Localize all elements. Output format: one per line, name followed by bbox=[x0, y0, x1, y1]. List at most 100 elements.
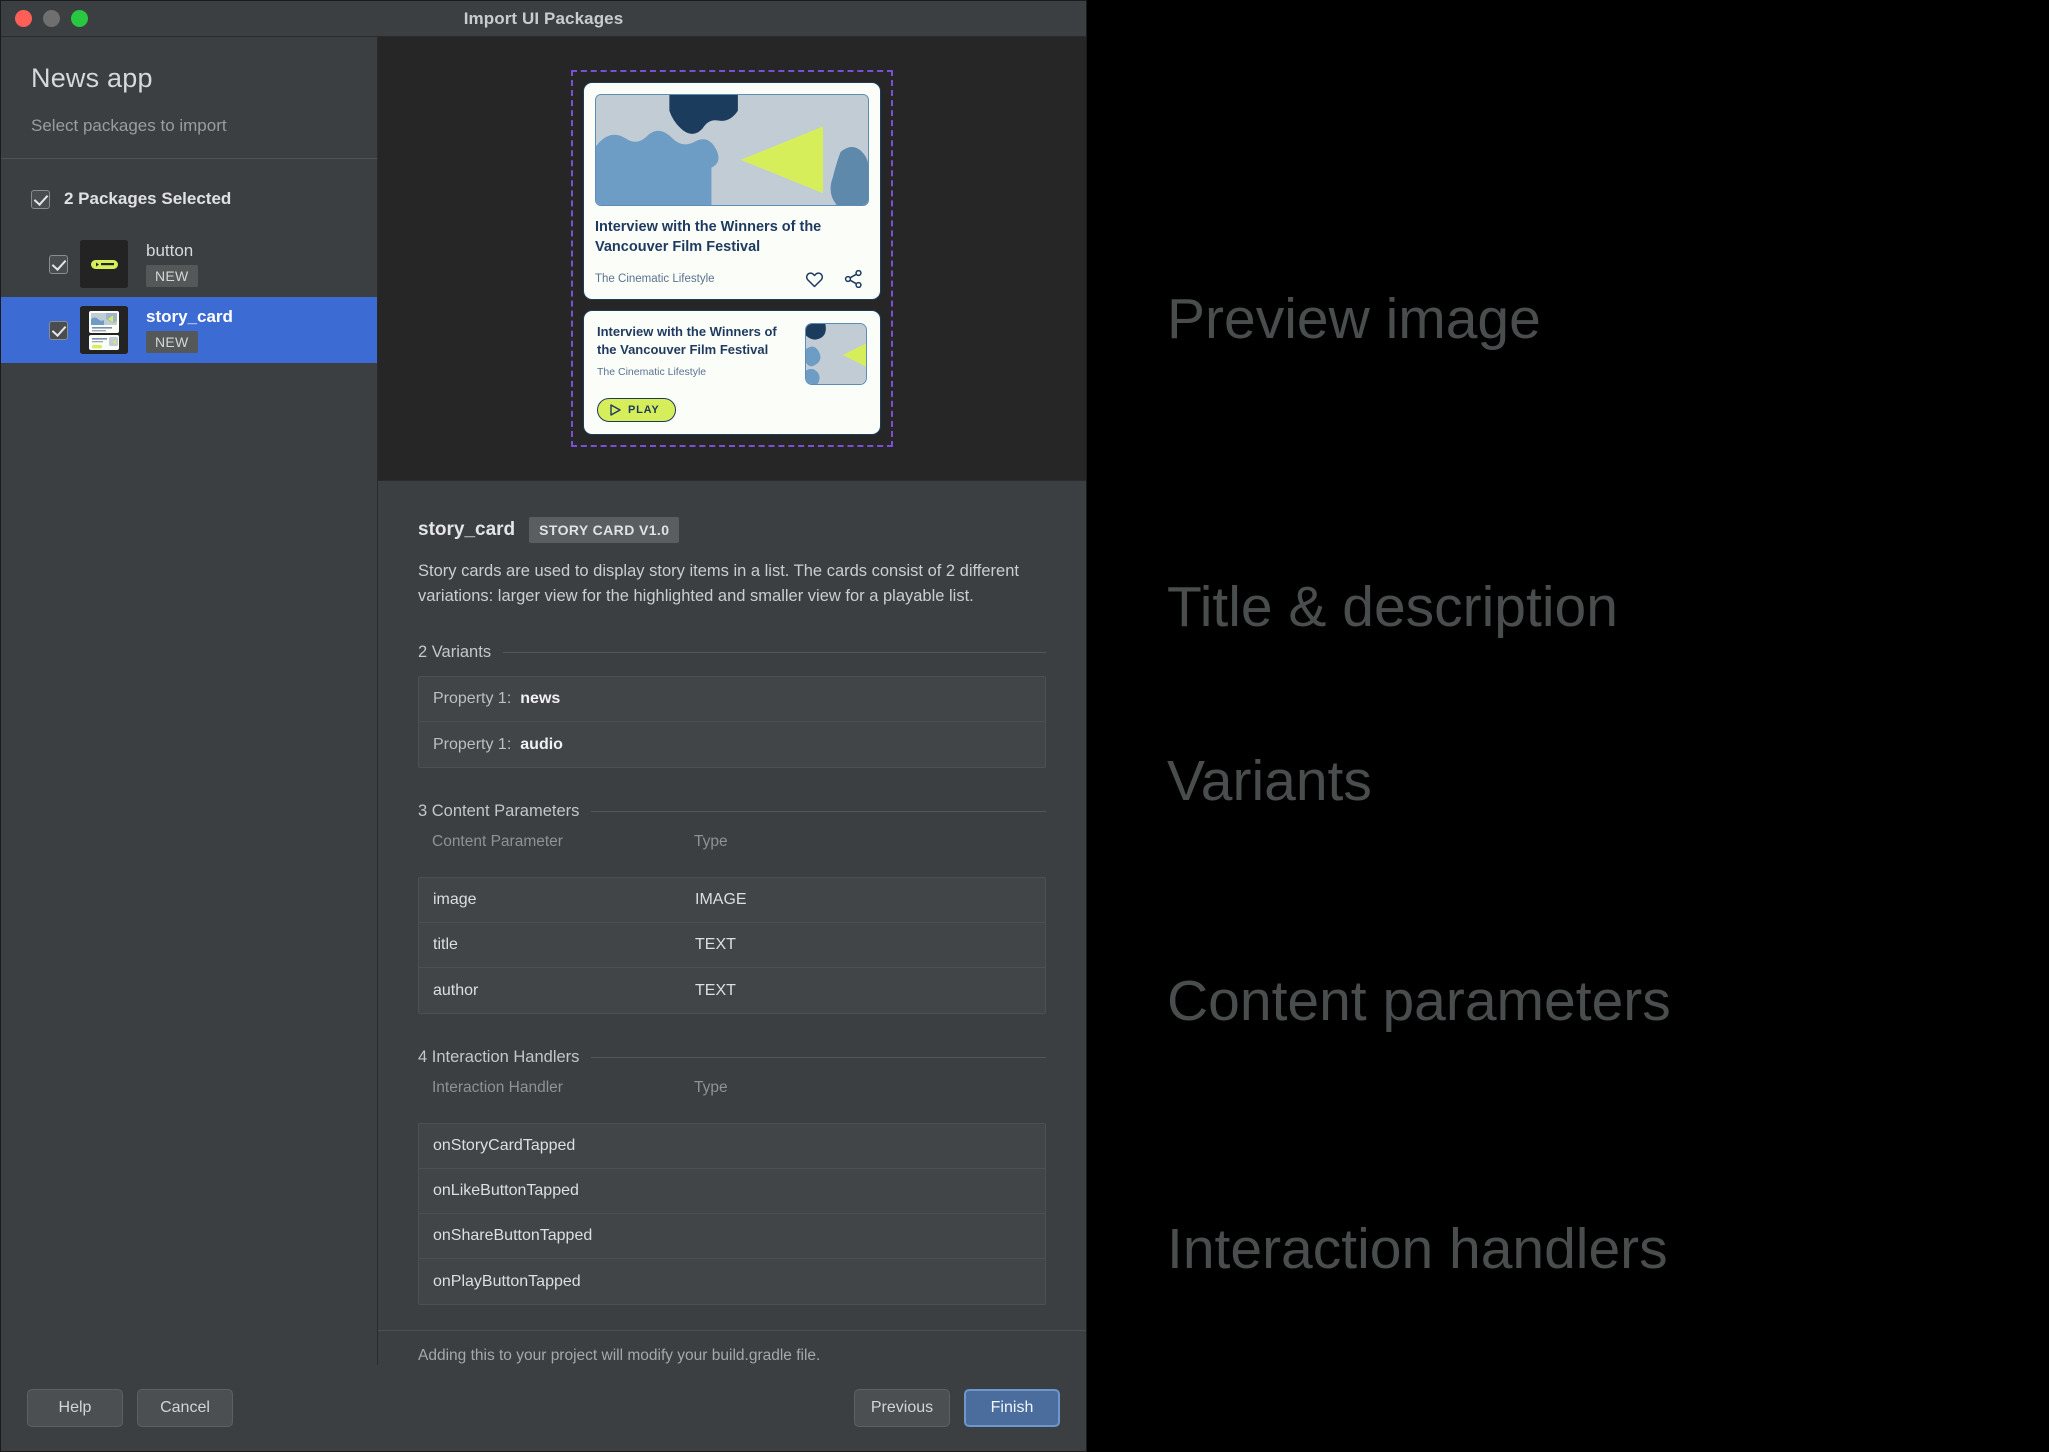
interaction-handlers-heading: 4 Interaction Handlers bbox=[418, 1048, 580, 1067]
table-row[interactable]: onLikeButtonTapped bbox=[419, 1169, 1045, 1215]
preview-small-text: Interview with the Winners of the Vancou… bbox=[597, 323, 795, 385]
column-header-name: Interaction Handler bbox=[432, 1079, 563, 1097]
variants-divider bbox=[503, 652, 1046, 654]
parameter-type: TEXT bbox=[695, 981, 736, 999]
gradle-hint-text: Adding this to your project will modify … bbox=[378, 1330, 1086, 1365]
interaction-handlers-section-header: 4 Interaction Handlers bbox=[418, 1048, 1046, 1067]
package-name-story-card: story_card bbox=[146, 307, 233, 326]
play-triangle-icon bbox=[610, 404, 621, 416]
preview-small-title: Interview with the Winners of the Vancou… bbox=[597, 324, 777, 357]
annotation-title-description: Title & description bbox=[1167, 575, 1618, 639]
interaction-handlers-column-headers: Interaction Handler Type bbox=[418, 1067, 1046, 1109]
select-all-checkbox[interactable] bbox=[31, 189, 50, 209]
package-checkbox-story-card[interactable] bbox=[49, 320, 68, 340]
parameter-name: image bbox=[433, 891, 477, 909]
package-name-button: button bbox=[146, 241, 194, 260]
preview-large-title: Interview with the Winners of the Vancou… bbox=[595, 218, 822, 255]
parameter-type: TEXT bbox=[695, 936, 736, 954]
variants-heading: 2 Variants bbox=[418, 643, 492, 662]
table-row[interactable]: onStoryCardTapped bbox=[419, 1124, 1045, 1170]
details-description: Story cards are used to display story it… bbox=[418, 562, 1019, 606]
table-row[interactable]: Property 1: news bbox=[419, 677, 1045, 723]
button-preview-icon bbox=[80, 240, 128, 288]
sidebar-header: News app Select packages to import bbox=[1, 37, 377, 159]
preview-large-image bbox=[595, 93, 869, 206]
variants-table: Property 1: news Property 1: audio bbox=[418, 676, 1046, 769]
annotation-interaction-handlers: Interaction handlers bbox=[1167, 1217, 1668, 1281]
preview-large-footer: The Cinematic Lifestyle bbox=[595, 270, 869, 289]
handler-name: onShareButtonTapped bbox=[433, 1227, 593, 1245]
preview-play-label: PLAY bbox=[628, 404, 660, 417]
content-parameters-table: image IMAGE title TEXT author TEXT bbox=[418, 877, 1046, 1015]
annotation-variants: Variants bbox=[1167, 749, 1372, 813]
interaction-handlers-section: 4 Interaction Handlers Interaction Handl… bbox=[418, 1048, 1046, 1306]
select-all-row[interactable]: 2 Packages Selected bbox=[1, 181, 377, 217]
main-panel: Interview with the Winners of the Vancou… bbox=[378, 37, 1086, 1365]
preview-large-author: The Cinematic Lifestyle bbox=[595, 273, 715, 286]
column-header-type: Type bbox=[694, 1079, 728, 1097]
finish-button[interactable]: Finish bbox=[964, 1389, 1060, 1427]
variants-section: 2 Variants Property 1: news Property 1: … bbox=[418, 643, 1046, 769]
sidebar: News app Select packages to import 2 Pac… bbox=[1, 37, 378, 1365]
footer-left-buttons: Help Cancel bbox=[27, 1389, 233, 1427]
table-row[interactable]: author TEXT bbox=[419, 968, 1045, 1014]
details-panel: story_card STORY CARD V1.0 Story cards a… bbox=[378, 481, 1086, 1330]
variant-key: Property 1: bbox=[433, 690, 512, 708]
handler-name: onStoryCardTapped bbox=[433, 1137, 576, 1155]
packages-selected-label: 2 Packages Selected bbox=[64, 189, 232, 208]
sidebar-subtitle: Select packages to import bbox=[31, 116, 227, 135]
content-parameters-divider bbox=[591, 811, 1046, 813]
package-badge-story-card: NEW bbox=[146, 331, 198, 353]
package-badge-button: NEW bbox=[146, 265, 198, 287]
details-title: story_card bbox=[418, 519, 516, 540]
parameter-type: IMAGE bbox=[695, 891, 747, 909]
content-parameters-column-headers: Content Parameter Type bbox=[418, 821, 1046, 863]
details-version-badge: STORY CARD V1.0 bbox=[529, 517, 680, 543]
share-icon[interactable] bbox=[844, 270, 863, 289]
table-row[interactable]: image IMAGE bbox=[419, 878, 1045, 924]
cancel-button[interactable]: Cancel bbox=[137, 1389, 233, 1427]
parameter-name: title bbox=[433, 936, 458, 954]
table-row[interactable]: onShareButtonTapped bbox=[419, 1214, 1045, 1260]
variant-value: news bbox=[520, 690, 561, 708]
package-list: 2 Packages Selected button NEW story_car… bbox=[1, 159, 377, 363]
package-row-story-card[interactable]: story_card NEW bbox=[1, 297, 377, 363]
annotation-layer: Preview image Title & description Varian… bbox=[1087, 0, 2049, 1452]
handler-name: onPlayButtonTapped bbox=[433, 1272, 581, 1290]
app-name: News app bbox=[31, 63, 153, 93]
table-row[interactable]: Property 1: audio bbox=[419, 722, 1045, 768]
preview-small-row: Interview with the Winners of the Vancou… bbox=[597, 323, 867, 386]
variant-value: audio bbox=[520, 735, 563, 753]
interaction-handlers-table: onStoryCardTapped onLikeButtonTapped onS… bbox=[418, 1123, 1046, 1306]
parameter-name: author bbox=[433, 981, 479, 999]
window-titlebar: Import UI Packages bbox=[1, 1, 1086, 37]
interaction-handlers-divider bbox=[591, 1057, 1046, 1059]
column-header-type: Type bbox=[694, 833, 728, 851]
annotation-content-parameters: Content parameters bbox=[1167, 969, 1671, 1033]
story-card-preview-icon bbox=[80, 306, 128, 354]
details-title-row: story_card STORY CARD V1.0 bbox=[418, 517, 1046, 543]
variant-key: Property 1: bbox=[433, 735, 512, 753]
preview-large-actions bbox=[805, 270, 863, 289]
content-parameters-section: 3 Content Parameters Content Parameter T… bbox=[418, 802, 1046, 1015]
footer-right-buttons: Previous Finish bbox=[854, 1389, 1060, 1427]
preview-selection-frame: Interview with the Winners of the Vancou… bbox=[571, 69, 893, 448]
table-row[interactable]: title TEXT bbox=[419, 923, 1045, 969]
package-thumbnail-story-card bbox=[80, 306, 128, 354]
table-row[interactable]: onPlayButtonTapped bbox=[419, 1259, 1045, 1305]
content-parameters-section-header: 3 Content Parameters bbox=[418, 802, 1046, 821]
window-title: Import UI Packages bbox=[463, 8, 624, 28]
preview-play-button[interactable]: PLAY bbox=[597, 398, 676, 423]
annotation-preview-image: Preview image bbox=[1167, 287, 1541, 351]
package-checkbox-button[interactable] bbox=[49, 254, 68, 274]
window-body: News app Select packages to import 2 Pac… bbox=[1, 37, 1086, 1365]
previous-button[interactable]: Previous bbox=[854, 1389, 950, 1427]
help-button[interactable]: Help bbox=[27, 1389, 123, 1427]
preview-small-image bbox=[805, 323, 867, 386]
heart-icon[interactable] bbox=[805, 271, 824, 288]
package-row-button[interactable]: button NEW bbox=[1, 231, 377, 297]
abstract-thumbnail-icon bbox=[806, 324, 866, 385]
package-meta-story-card: story_card NEW bbox=[146, 307, 233, 353]
import-ui-packages-window: Import UI Packages News app Select packa… bbox=[0, 0, 1087, 1452]
package-meta-button: button NEW bbox=[146, 241, 198, 287]
